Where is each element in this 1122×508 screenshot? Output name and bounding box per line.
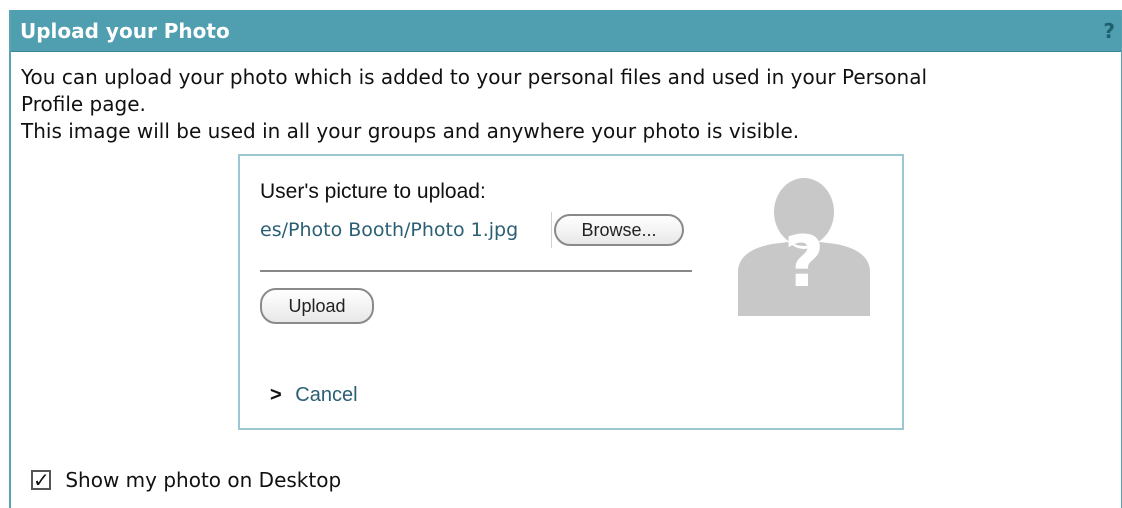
description-line-2: Profile page. bbox=[21, 92, 146, 116]
description-line-3: This image will be used in all your grou… bbox=[21, 119, 800, 143]
checkmark-icon: ✓ bbox=[33, 468, 50, 492]
upload-label: User's picture to upload: bbox=[260, 180, 486, 203]
browse-button[interactable]: Browse... bbox=[554, 214, 684, 246]
upload-form-box: User's picture to upload: es/Photo Booth… bbox=[238, 154, 904, 430]
description: You can upload your photo which is added… bbox=[21, 64, 1101, 145]
panel-title: Upload your Photo bbox=[20, 19, 230, 43]
upload-button[interactable]: Upload bbox=[260, 288, 374, 324]
unknown-user-avatar-icon: ? bbox=[738, 178, 870, 316]
cancel-row: > Cancel bbox=[270, 384, 358, 407]
show-on-desktop-label: Show my photo on Desktop bbox=[65, 468, 342, 492]
show-on-desktop-row: ✓ Show my photo on Desktop bbox=[31, 468, 341, 492]
cancel-link[interactable]: Cancel bbox=[295, 384, 357, 406]
upload-photo-panel: Upload your Photo ? You can upload your … bbox=[9, 10, 1122, 508]
show-on-desktop-checkbox[interactable]: ✓ bbox=[31, 468, 51, 492]
panel-header: Upload your Photo ? bbox=[11, 10, 1121, 52]
cancel-arrow: > bbox=[270, 384, 282, 406]
description-line-1: You can upload your photo which is added… bbox=[21, 65, 928, 89]
svg-text:?: ? bbox=[784, 221, 825, 303]
help-icon[interactable]: ? bbox=[1103, 19, 1115, 43]
file-path-input[interactable]: es/Photo Booth/Photo 1.jpg bbox=[260, 212, 552, 248]
divider bbox=[260, 270, 692, 272]
